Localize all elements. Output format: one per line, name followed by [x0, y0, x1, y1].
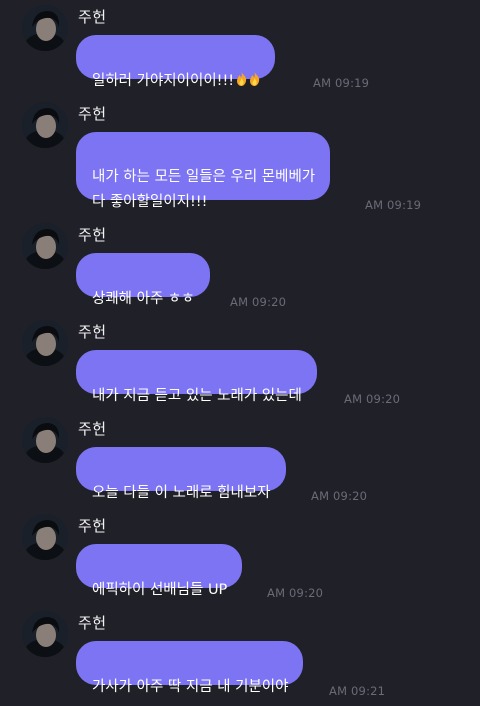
message-bubble[interactable]: 에픽하이 선배님들 UP	[76, 544, 243, 598]
sender-name: 주헌	[78, 614, 107, 632]
avatar-photo	[22, 417, 68, 463]
sender-name: 주헌	[78, 8, 107, 26]
message-timestamp: AM 09:21	[329, 684, 386, 698]
message-bubble[interactable]: 상쾌해 아주 ㅎㅎ	[76, 253, 210, 307]
message-bubble[interactable]: 일하러 가야지이이이!!!	[76, 35, 276, 89]
avatar-photo	[22, 320, 68, 366]
fire-emoji-icon	[250, 72, 260, 86]
avatar-photo	[22, 611, 68, 657]
message-text: 에픽하이 선배님들 UP	[92, 582, 228, 598]
message-bubble[interactable]: 내가 하는 모든 일들은 우리 몬베베가 다 좋아할일이지!!!	[76, 132, 331, 210]
message-text: 가사가 아주 딱 지금 내 기분이야	[92, 679, 289, 695]
message-timestamp: AM 09:19	[313, 76, 370, 90]
fire-emoji-icon	[237, 72, 247, 86]
avatar-photo	[22, 514, 68, 560]
avatar-photo	[22, 102, 68, 148]
avatar[interactable]	[22, 5, 68, 51]
message-text: 내가 하는 모든 일들은 우리 몬베베가 다 좋아할일이지!!!	[92, 169, 316, 210]
avatar-photo	[22, 5, 68, 51]
message-text: 상쾌해 아주 ㅎㅎ	[92, 291, 195, 307]
sender-name: 주헌	[78, 517, 107, 535]
message-timestamp: AM 09:20	[267, 586, 324, 600]
message-text: 내가 지금 듣고 있는 노래가 있는데	[92, 388, 302, 404]
avatar[interactable]	[22, 417, 68, 463]
sender-name: 주헌	[78, 420, 107, 438]
message-timestamp: AM 09:20	[311, 489, 368, 503]
message-text: 오늘 다들 이 노래로 힘내보자	[92, 485, 271, 501]
message-bubble[interactable]: 오늘 다들 이 노래로 힘내보자	[76, 447, 286, 501]
avatar[interactable]	[22, 223, 68, 269]
avatar[interactable]	[22, 611, 68, 657]
message-timestamp: AM 09:19	[365, 198, 422, 212]
sender-name: 주헌	[78, 105, 107, 123]
avatar[interactable]	[22, 514, 68, 560]
message-timestamp: AM 09:20	[344, 392, 401, 406]
message-bubble[interactable]: 내가 지금 듣고 있는 노래가 있는데	[76, 350, 317, 404]
avatar-photo	[22, 223, 68, 269]
message-bubble[interactable]: 가사가 아주 딱 지금 내 기분이야	[76, 641, 304, 695]
avatar[interactable]	[22, 320, 68, 366]
avatar[interactable]	[22, 102, 68, 148]
sender-name: 주헌	[78, 226, 107, 244]
message-text: 일하러 가야지이이이!!!	[92, 73, 235, 89]
sender-name: 주헌	[78, 323, 107, 341]
message-timestamp: AM 09:20	[230, 295, 287, 309]
